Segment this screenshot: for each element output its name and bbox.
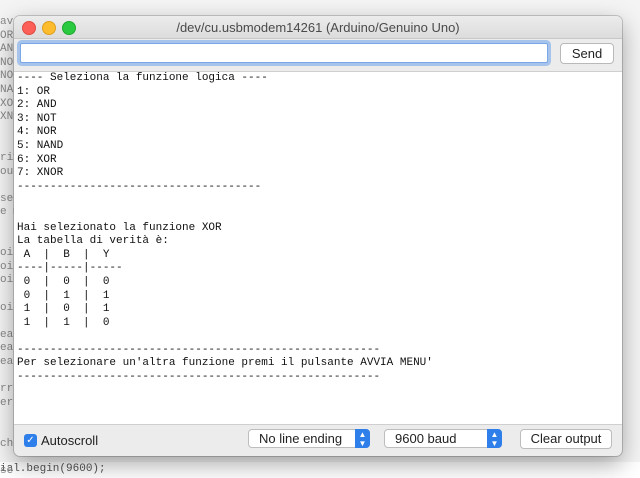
- background-code-fragment: se: [0, 192, 14, 205]
- send-row: Send: [14, 39, 622, 71]
- baud-rate-value: 9600 baud: [395, 431, 457, 446]
- background-code-fragment: XO: [0, 97, 14, 110]
- autoscroll-checkbox[interactable]: ✓: [24, 434, 37, 447]
- line-ending-select[interactable]: No line ending ▲ ▼: [248, 429, 370, 448]
- background-code-fragment: av: [0, 16, 14, 28]
- serial-input[interactable]: [20, 43, 548, 63]
- background-code-fragment: XN: [0, 111, 14, 124]
- line-ending-value: No line ending: [259, 431, 343, 446]
- background-editor-bottom: ial.begin(9600);: [0, 462, 640, 478]
- background-code-fragment: er: [0, 396, 14, 409]
- background-code-line: ial.begin(9600);: [0, 463, 106, 475]
- serial-output[interactable]: ---- Seleziona la funzione logica ---- 1…: [14, 71, 622, 425]
- background-code-fragment: se: [0, 464, 14, 477]
- updown-chevron-icon: ▲ ▼: [355, 429, 370, 448]
- background-code-fragment: NA: [0, 84, 14, 96]
- send-button[interactable]: Send: [560, 43, 614, 64]
- baud-rate-select[interactable]: 9600 baud ▲ ▼: [384, 429, 502, 448]
- title-bar[interactable]: /dev/cu.usbmodem14261 (Arduino/Genuino U…: [14, 16, 622, 39]
- background-code-fragment: NO: [0, 56, 14, 69]
- serial-output-text: ---- Seleziona la funzione logica ---- 1…: [17, 72, 433, 384]
- background-code-fragment: OR: [0, 29, 14, 42]
- background-code-fragment: AN: [0, 43, 14, 56]
- clear-output-button[interactable]: Clear output: [520, 429, 612, 449]
- serial-monitor-window: /dev/cu.usbmodem14261 (Arduino/Genuino U…: [14, 16, 622, 456]
- window-title: /dev/cu.usbmodem14261 (Arduino/Genuino U…: [176, 20, 460, 35]
- bottom-toolbar: ✓ Autoscroll No line ending ▲ ▼ 9600 baud…: [14, 423, 622, 456]
- checkmark-icon: ✓: [26, 435, 35, 446]
- background-code-fragment: NO: [0, 70, 14, 83]
- autoscroll-label: Autoscroll: [41, 433, 99, 448]
- updown-chevron-icon: ▲ ▼: [487, 429, 502, 448]
